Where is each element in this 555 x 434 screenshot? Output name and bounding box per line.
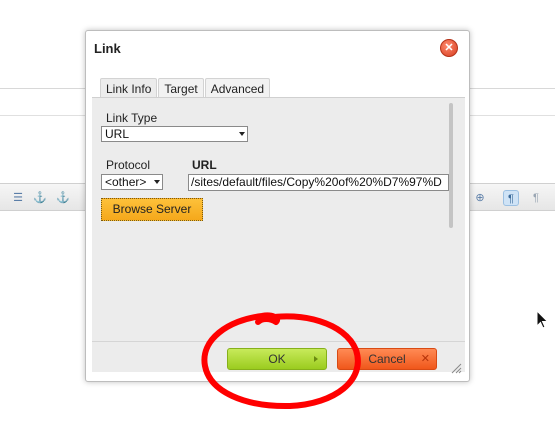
link-type-select[interactable]: URL [101,126,248,142]
dialog-tabs: Link Info Target Advanced [100,78,271,99]
arrow-right-icon [314,356,318,362]
background-divider [470,115,555,116]
cancel-button[interactable]: Cancel ✕ [337,348,437,370]
unlink-icon[interactable]: ⚓ [55,190,71,206]
link-type-value: URL [105,127,130,141]
tab-link-info[interactable]: Link Info [100,78,158,99]
link-type-label: Link Type [106,111,158,125]
ok-button[interactable]: OK [227,348,327,370]
tab-target[interactable]: Target [158,78,204,98]
mouse-cursor-icon [536,310,549,329]
background-divider [0,88,85,89]
ok-label: OK [268,352,286,366]
chevron-down-icon [154,180,160,184]
rtl-icon[interactable]: ¶ [528,190,544,206]
url-input[interactable]: /sites/default/files/Copy%20of%20%D7%97%… [188,174,449,191]
close-icon: ✕ [420,353,430,365]
ltr-icon[interactable]: ¶ [503,190,519,206]
close-icon[interactable]: ✕ [440,39,458,57]
scrollbar[interactable] [449,103,453,228]
chevron-down-icon [239,132,245,136]
tab-advanced[interactable]: Advanced [204,78,271,98]
protocol-value: <other> [105,175,147,189]
crosshair-icon[interactable]: ⊕ [472,190,488,206]
browse-server-button[interactable]: Browse Server [101,198,203,221]
link-dialog: Link ✕ Link Info Target Advanced Link Ty… [85,30,470,382]
cancel-label: Cancel [368,352,406,366]
background-divider [0,115,85,116]
protocol-select[interactable]: <other> [101,174,163,190]
dialog-title: Link [94,41,121,56]
url-label: URL [192,158,217,172]
list-icon[interactable]: ☰ [10,190,26,206]
resize-grip-icon[interactable] [450,362,462,374]
background-divider [470,88,555,89]
footer-divider [92,341,465,342]
anchor-icon[interactable]: ⚓ [32,190,48,206]
protocol-label: Protocol [106,158,151,172]
